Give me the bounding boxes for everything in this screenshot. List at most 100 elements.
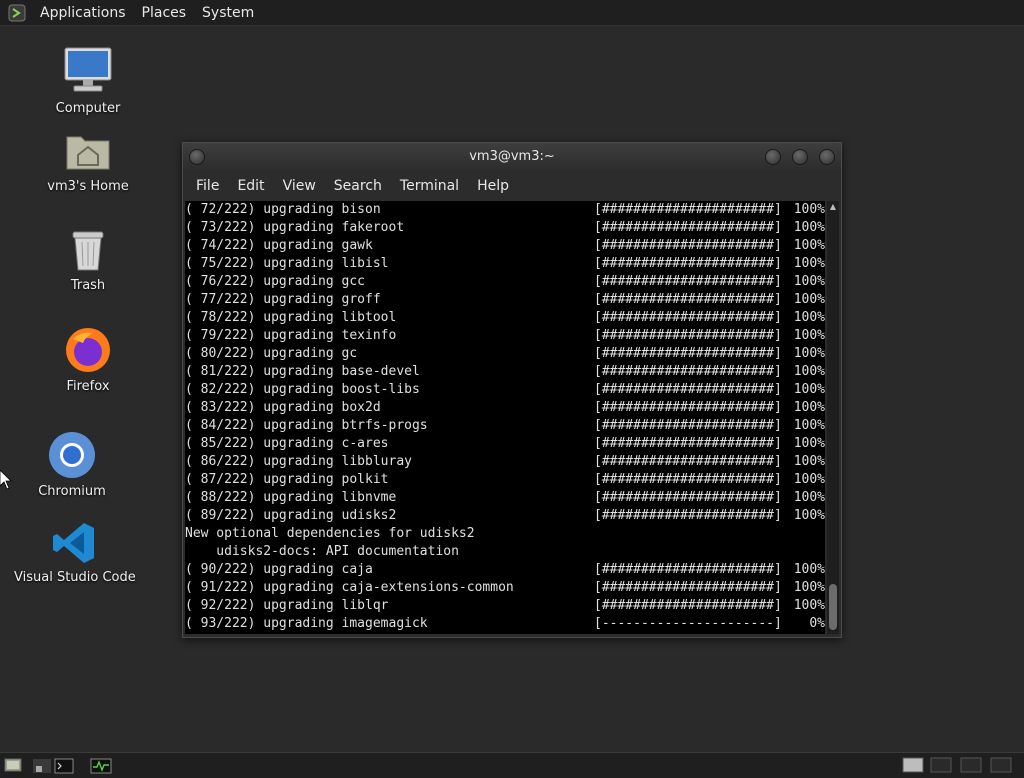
- desktop-icon-home[interactable]: vm3's Home: [38, 127, 138, 194]
- desktop-icon-label: Firefox: [66, 379, 110, 394]
- progress-percent: 100%: [793, 346, 825, 361]
- terminal-line-text: ( 78/222) upgrading libtool: [185, 310, 397, 325]
- mouse-cursor-icon: [0, 470, 12, 490]
- terminal-line: ( 85/222) upgrading c-ares [#############…: [185, 435, 825, 453]
- menu-file[interactable]: File: [187, 178, 228, 194]
- terminal-line-text: ( 77/222) upgrading groff: [185, 292, 381, 307]
- menu-places[interactable]: Places: [134, 5, 195, 21]
- system-monitor-icon[interactable]: [90, 757, 112, 775]
- terminal-window[interactable]: vm3@vm3:~ File Edit View Search Terminal…: [182, 142, 842, 638]
- close-button[interactable]: [819, 149, 835, 165]
- trash-icon: [72, 231, 104, 271]
- desktop-icon-label: Visual Studio Code: [14, 570, 136, 585]
- terminal-line: ( 92/222) upgrading liblqr [#############…: [185, 597, 825, 615]
- terminal-line: ( 90/222) upgrading caja [###############…: [185, 561, 825, 579]
- window-menu-button[interactable]: [189, 149, 205, 165]
- desktop-icon-vscode[interactable]: Visual Studio Code: [14, 520, 136, 585]
- scrollbar-thumb[interactable]: [829, 584, 837, 630]
- progress-percent: 100%: [793, 292, 825, 307]
- terminal-line: ( 82/222) upgrading boost-libs [#########…: [185, 381, 825, 399]
- progress-bar-text: [######################]: [594, 598, 782, 613]
- terminal-line-text: New optional dependencies for udisks2: [185, 526, 475, 541]
- progress-bar-text: [######################]: [594, 364, 782, 379]
- scroll-up-arrow-icon[interactable]: ▲: [827, 201, 839, 213]
- terminal-menubar: File Edit View Search Terminal Help: [183, 171, 841, 201]
- menu-search[interactable]: Search: [325, 178, 391, 194]
- terminal-line-text: ( 72/222) upgrading bison: [185, 202, 381, 217]
- desktop-icon-label: Trash: [70, 278, 106, 293]
- terminal-titlebar[interactable]: vm3@vm3:~: [183, 143, 841, 171]
- terminal-line: ( 87/222) upgrading polkit [#############…: [185, 471, 825, 489]
- menu-system[interactable]: System: [194, 5, 262, 21]
- terminal-line-text: ( 81/222) upgrading base-devel: [185, 364, 420, 379]
- terminal-line: ( 93/222) upgrading imagemagick [--------…: [185, 615, 825, 633]
- progress-bar-text: [######################]: [594, 472, 782, 487]
- desktop-icon-trash[interactable]: Trash: [48, 228, 128, 293]
- progress-percent: 100%: [793, 310, 825, 325]
- terminal-launcher-icon[interactable]: [54, 757, 74, 775]
- progress-percent: 100%: [793, 472, 825, 487]
- desktop-icon-firefox[interactable]: Firefox: [48, 325, 128, 394]
- progress-bar-text: [######################]: [594, 238, 782, 253]
- terminal-line: udisks2-docs: API documentation: [185, 543, 825, 561]
- menu-view[interactable]: View: [274, 178, 325, 194]
- workspace-4-icon[interactable]: [990, 757, 1012, 773]
- progress-percent: 100%: [793, 382, 825, 397]
- terminal-line-text: ( 88/222) upgrading libnvme: [185, 490, 397, 505]
- desktop-icon-label: Chromium: [38, 484, 106, 499]
- progress-percent: 100%: [793, 454, 825, 469]
- terminal-line: ( 72/222) upgrading bison [##############…: [185, 201, 825, 219]
- progress-percent: 100%: [793, 364, 825, 379]
- vscode-icon: [53, 523, 94, 563]
- terminal-line: ( 89/222) upgrading udisks2 [############…: [185, 507, 825, 525]
- menu-edit[interactable]: Edit: [228, 178, 273, 194]
- terminal-line-text: ( 92/222) upgrading liblqr: [185, 598, 389, 613]
- progress-bar-text: [######################]: [594, 436, 782, 451]
- minimize-button[interactable]: [765, 149, 781, 165]
- progress-percent: 100%: [793, 562, 825, 577]
- terminal-line-text: ( 82/222) upgrading boost-libs: [185, 382, 420, 397]
- terminal-line: ( 73/222) upgrading fakeroot [###########…: [185, 219, 825, 237]
- progress-bar-text: [######################]: [594, 418, 782, 433]
- progress-percent: 100%: [793, 400, 825, 415]
- terminal-line: ( 83/222) upgrading box2d [##############…: [185, 399, 825, 417]
- terminal-line: ( 91/222) upgrading caja-extensions-comm…: [185, 579, 825, 597]
- progress-percent: 0%: [809, 616, 825, 631]
- progress-bar-text: [######################]: [594, 454, 782, 469]
- progress-percent: 100%: [793, 256, 825, 271]
- terminal-line-text: ( 73/222) upgrading fakeroot: [185, 220, 405, 235]
- progress-bar-text: [######################]: [594, 256, 782, 271]
- progress-bar-text: [######################]: [594, 310, 782, 325]
- terminal-line-text: ( 89/222) upgrading udisks2: [185, 508, 397, 523]
- files-workspace-icon[interactable]: [32, 757, 52, 775]
- terminal-line: New optional dependencies for udisks2: [185, 525, 825, 543]
- workspace-3-icon[interactable]: [960, 757, 982, 773]
- terminal-output[interactable]: ( 72/222) upgrading bison [##############…: [185, 201, 825, 634]
- terminal-line: ( 86/222) upgrading libbluray [##########…: [185, 453, 825, 471]
- maximize-button[interactable]: [792, 149, 808, 165]
- terminal-line-text: udisks2-docs: API documentation: [185, 544, 459, 559]
- progress-percent: 100%: [793, 598, 825, 613]
- menu-help[interactable]: Help: [468, 178, 518, 194]
- workspace-switcher-icon[interactable]: [902, 757, 924, 773]
- progress-percent: 100%: [793, 490, 825, 505]
- terminal-line-text: ( 75/222) upgrading libisl: [185, 256, 389, 271]
- desktop-icon-chromium[interactable]: Chromium: [32, 430, 112, 499]
- terminal-line-text: ( 85/222) upgrading c-ares: [185, 436, 389, 451]
- terminal-line-text: ( 86/222) upgrading libbluray: [185, 454, 412, 469]
- terminal-line-text: ( 76/222) upgrading gcc: [185, 274, 366, 289]
- top-panel: Applications Places System: [0, 0, 1024, 26]
- progress-bar-text: [######################]: [594, 274, 782, 289]
- workspace-2-icon[interactable]: [930, 757, 952, 773]
- show-desktop-icon[interactable]: [4, 757, 22, 773]
- terminal-line: ( 81/222) upgrading base-devel [#########…: [185, 363, 825, 381]
- mate-logo-icon[interactable]: [8, 4, 26, 22]
- terminal-line-text: ( 79/222) upgrading texinfo: [185, 328, 397, 343]
- menu-terminal[interactable]: Terminal: [391, 178, 468, 194]
- chromium-icon: [49, 432, 95, 478]
- firefox-icon: [66, 328, 110, 372]
- desktop-icon-computer[interactable]: Computer: [48, 45, 128, 116]
- progress-percent: 100%: [793, 274, 825, 289]
- menu-applications[interactable]: Applications: [32, 5, 134, 21]
- terminal-scrollbar[interactable]: ▲: [827, 201, 839, 634]
